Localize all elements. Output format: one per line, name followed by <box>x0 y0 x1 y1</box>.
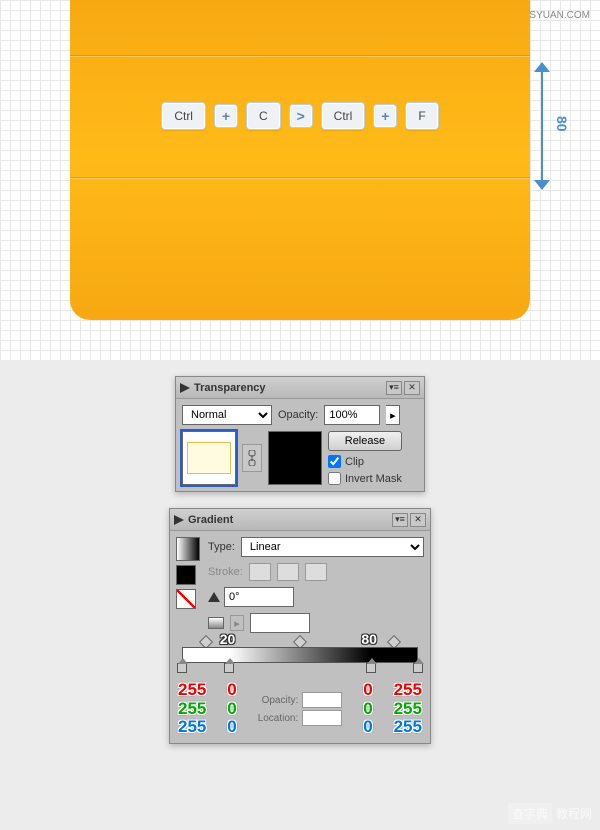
stroke-option-1[interactable] <box>249 563 271 581</box>
stroke-option-3[interactable] <box>305 563 327 581</box>
stroke-label: Stroke: <box>208 566 243 578</box>
dimension-value: 80 <box>554 116 570 132</box>
panel-menu-icon[interactable]: ▾≡ <box>386 381 402 395</box>
stroke-none-swatch[interactable] <box>176 589 196 609</box>
link-mask-icon[interactable] <box>242 444 262 472</box>
panel-header[interactable]: Gradient ▾≡ ✕ <box>170 509 430 531</box>
dimension-arrow <box>532 62 552 190</box>
panel-title: Gradient <box>188 514 233 526</box>
panel-close-icon[interactable]: ✕ <box>410 513 426 527</box>
gradient-stop[interactable] <box>224 663 234 673</box>
keyboard-shortcut-diagram: Ctrl + C > Ctrl + F <box>70 102 530 130</box>
dimension-line <box>541 70 543 182</box>
release-button[interactable]: Release <box>328 431 402 451</box>
type-label: Type: <box>208 541 235 553</box>
collapse-triangle-icon[interactable] <box>174 515 184 525</box>
mask-thumbnail[interactable] <box>268 431 322 485</box>
key-c: C <box>246 102 281 130</box>
clip-checkbox-input[interactable] <box>328 455 341 468</box>
invert-mask-checkbox-input[interactable] <box>328 472 341 485</box>
gradient-ramp[interactable]: 20 80 <box>182 647 418 663</box>
gradient-panel: Gradient ▾≡ ✕ Type: <box>169 508 431 744</box>
watermark-brand: 查字典 <box>508 803 552 824</box>
stop-opacity-input[interactable] <box>302 692 342 708</box>
key-f: F <box>405 102 438 130</box>
aspect-input[interactable] <box>250 613 310 633</box>
key-ctrl-1: Ctrl <box>161 102 206 130</box>
gradient-type-select[interactable]: Linear <box>241 537 424 557</box>
stop-2-rgb: 0 0 0 <box>227 681 236 737</box>
panel-title: Transparency <box>194 382 266 394</box>
midpoint-label-right: 80 <box>361 631 377 647</box>
fill-swatch[interactable] <box>176 565 196 585</box>
angle-input[interactable] <box>224 587 294 607</box>
stop-location-input[interactable] <box>302 710 342 726</box>
chevron-right-icon: > <box>289 104 313 128</box>
blend-mode-select[interactable]: Normal <box>182 405 272 425</box>
clip-checkbox[interactable]: Clip <box>328 455 402 468</box>
gradient-stop[interactable] <box>177 663 187 673</box>
watermark-bottom: 查字典 教程网 <box>508 803 592 824</box>
panel-menu-icon[interactable]: ▾≡ <box>392 513 408 527</box>
plus-icon: + <box>214 104 238 128</box>
opacity-label: Opacity: <box>278 409 318 421</box>
design-canvas[interactable]: 思缘设计论坛 WWW.MISSYUAN.COM Ctrl + C > Ctrl … <box>0 0 600 360</box>
stop-4-rgb: 255 255 255 <box>394 681 422 737</box>
aspect-lock-icon[interactable]: ▸ <box>230 615 244 631</box>
stop-field-labels: Opacity: Location: <box>258 681 343 737</box>
orange-card-shape[interactable]: Ctrl + C > Ctrl + F <box>70 0 530 320</box>
panel-close-icon[interactable]: ✕ <box>404 381 420 395</box>
aspect-icon <box>208 617 224 629</box>
arrow-down-icon <box>534 180 550 190</box>
stop-3-rgb: 0 0 0 <box>363 681 372 737</box>
watermark-sub: 教程网 <box>556 805 592 822</box>
gradient-bar[interactable] <box>182 647 418 663</box>
key-ctrl-2: Ctrl <box>321 102 366 130</box>
stop-1-rgb: 255 255 255 <box>178 681 206 737</box>
collapse-triangle-icon[interactable] <box>180 383 190 393</box>
gradient-stop[interactable] <box>366 663 376 673</box>
invert-mask-checkbox[interactable]: Invert Mask <box>328 472 402 485</box>
angle-icon <box>208 592 220 602</box>
opacity-input[interactable] <box>324 405 380 425</box>
opacity-stepper-icon[interactable]: ▸ <box>386 405 400 425</box>
panel-header[interactable]: Transparency ▾≡ ✕ <box>176 377 424 399</box>
midpoint-label-left: 20 <box>220 631 236 647</box>
gradient-stop-colors: 255 255 255 0 0 0 Opacity: Location: 0 0… <box>176 681 424 737</box>
stroke-option-2[interactable] <box>277 563 299 581</box>
gradient-stop[interactable] <box>413 663 423 673</box>
artwork-thumbnail[interactable] <box>182 431 236 485</box>
gradient-swatch[interactable] <box>176 537 200 561</box>
panels-area: Transparency ▾≡ ✕ Normal Opacity: ▸ <box>0 360 600 830</box>
plus-icon: + <box>373 104 397 128</box>
transparency-panel: Transparency ▾≡ ✕ Normal Opacity: ▸ <box>175 376 425 492</box>
